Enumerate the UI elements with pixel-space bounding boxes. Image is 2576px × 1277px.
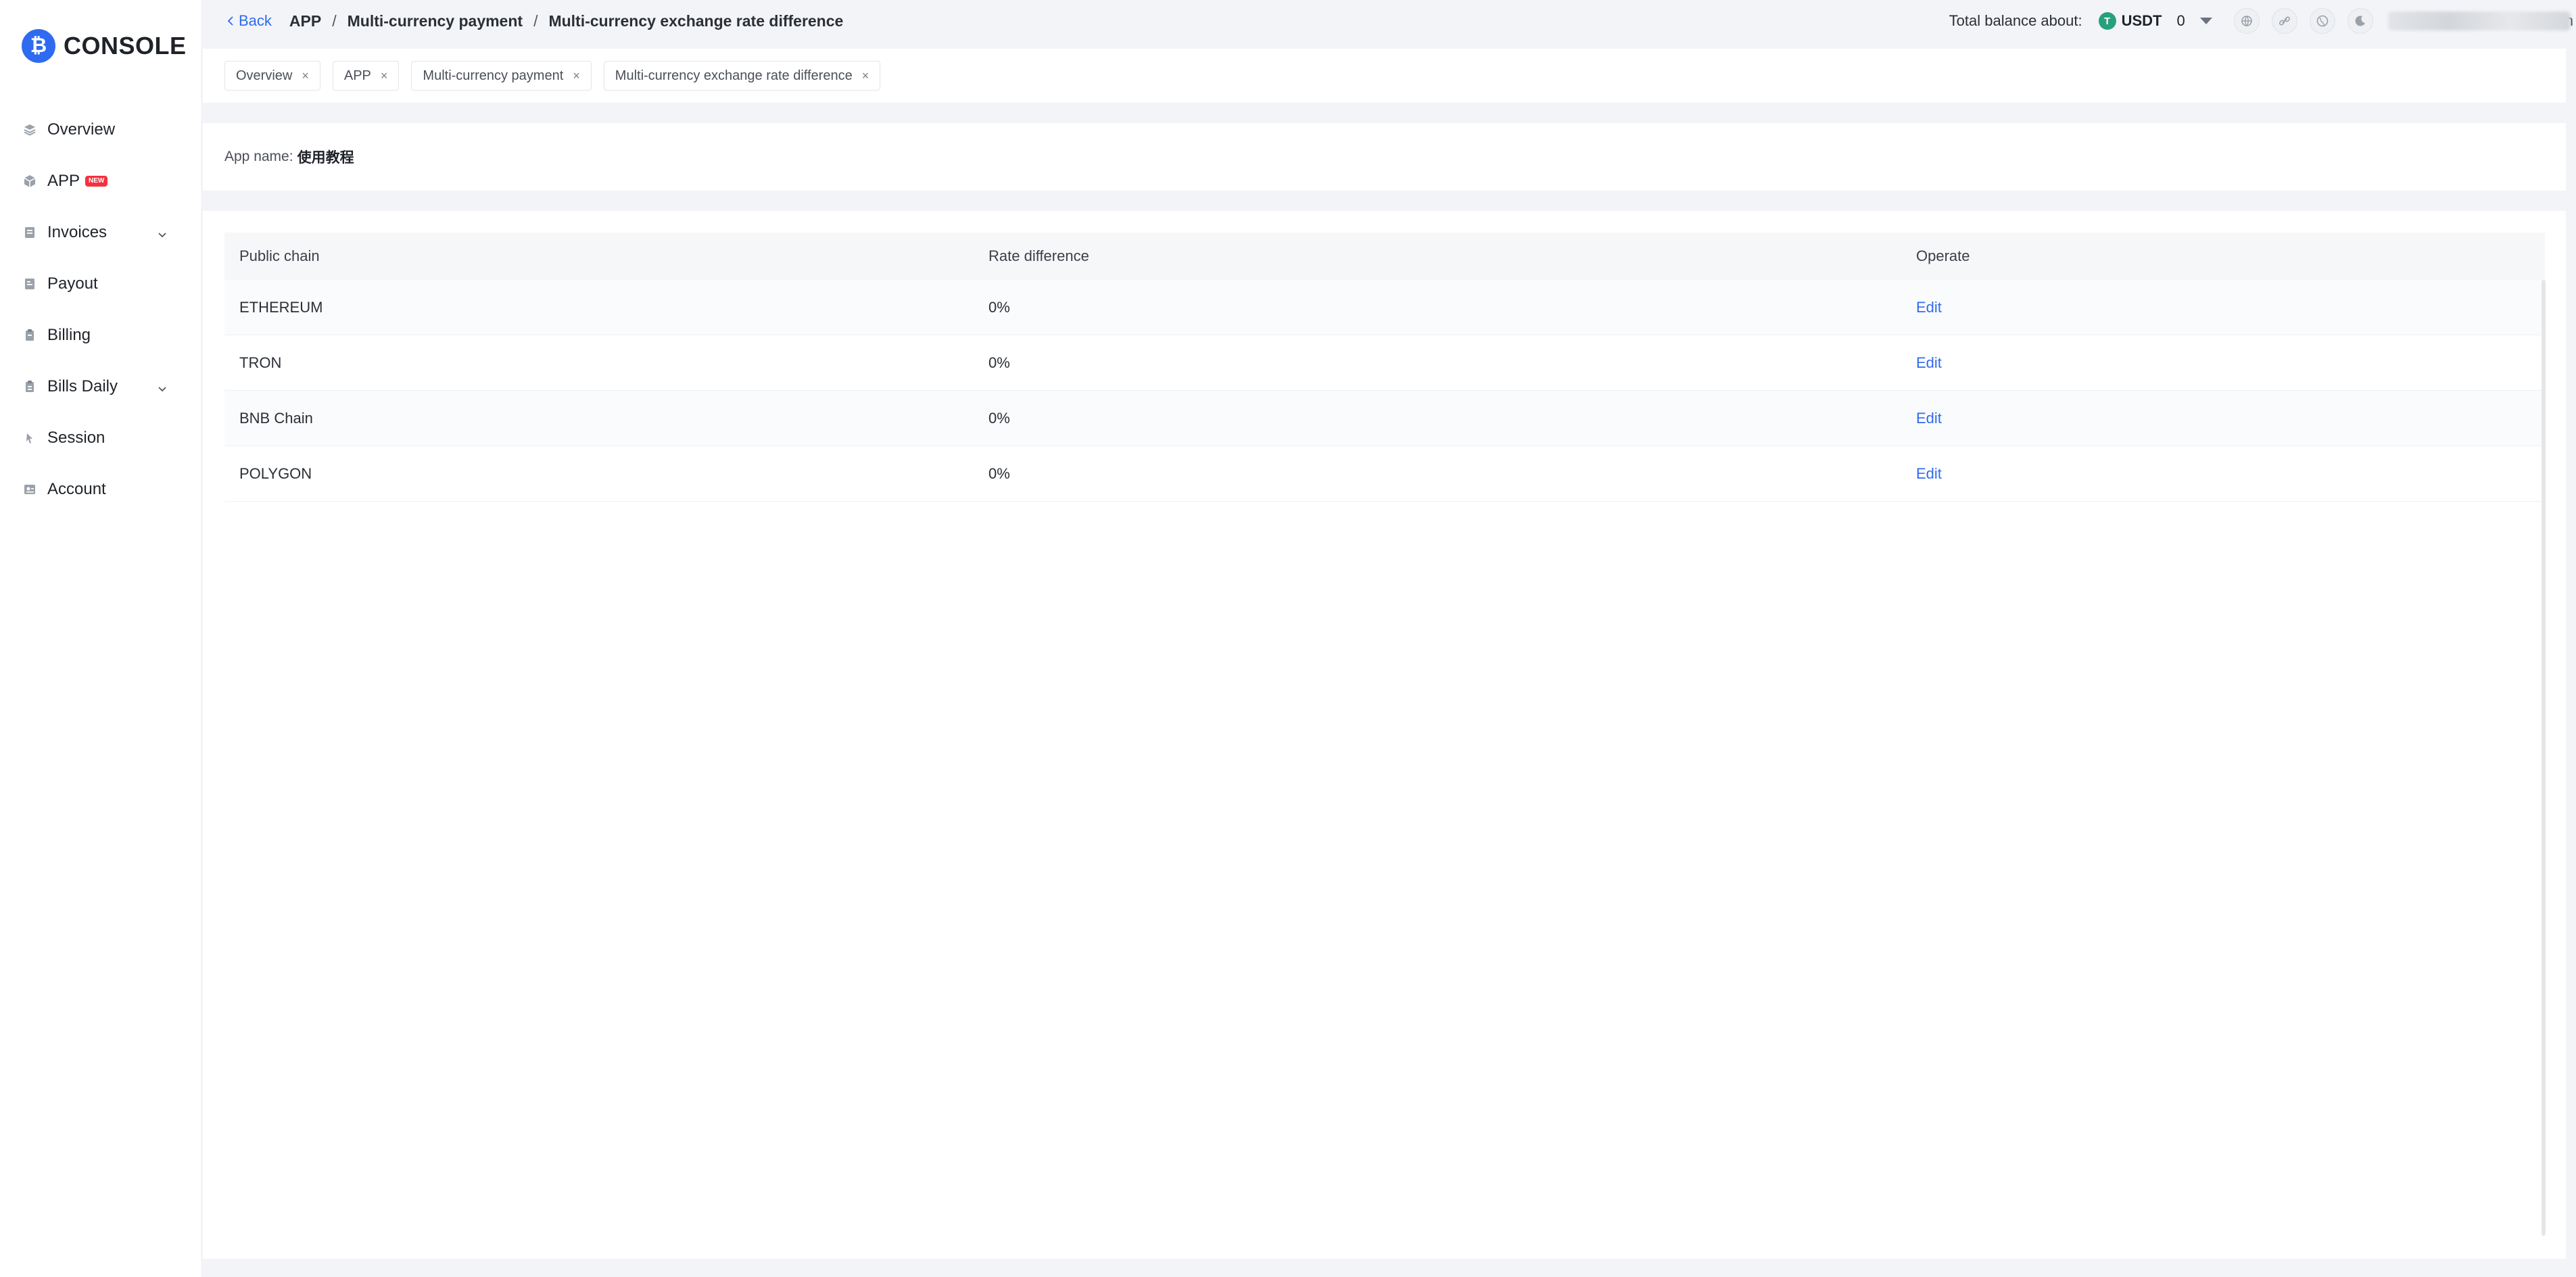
sidebar-item-label: Billing <box>47 326 91 344</box>
edit-link[interactable]: Edit <box>1916 299 1942 316</box>
sidebar-item-label: Bills Daily <box>47 377 118 395</box>
cell-rate: 0% <box>988 354 1010 371</box>
table-row: POLYGON 0% Edit <box>224 446 2545 502</box>
column-header-rate-difference: Rate difference <box>988 247 1089 264</box>
tab-label: APP <box>343 68 371 83</box>
tab-label: Multi-currency payment <box>423 68 564 83</box>
table-row: ETHEREUM 0% Edit <box>224 280 2545 335</box>
breadcrumb-separator: / <box>533 11 538 30</box>
sidebar-item-billing[interactable]: Billing <box>0 310 201 361</box>
sidebar-item-overview[interactable]: Overview <box>0 104 201 155</box>
breadcrumb-current: Multi-currency exchange rate difference <box>548 11 844 30</box>
back-button[interactable]: Back <box>225 12 272 30</box>
tab-label: Multi-currency exchange rate difference <box>615 68 853 83</box>
sidebar-item-label: Overview <box>47 120 116 139</box>
chevron-left-icon <box>227 16 233 26</box>
rate-difference-table: Public chain Rate difference Operate ETH… <box>224 233 2545 502</box>
app-name-value: 使用教程 <box>297 150 354 166</box>
table-body: ETHEREUM 0% Edit TRON 0% Edit BNB Chain … <box>224 280 2545 502</box>
cell-chain: BNB Chain <box>239 409 313 427</box>
logo[interactable]: ₿ CONSOLE <box>22 27 187 65</box>
invoice-icon <box>23 226 37 239</box>
sidebar-item-label: Session <box>47 429 105 447</box>
bitcoin-logo-icon: ₿ <box>22 29 55 63</box>
tab-label: Overview <box>236 68 293 83</box>
column-header-public-chain: Public chain <box>239 247 320 264</box>
tab-app[interactable]: APP × <box>332 61 400 91</box>
billing-icon <box>23 329 37 342</box>
edit-link[interactable]: Edit <box>1916 410 1942 427</box>
cell-chain: POLYGON <box>239 464 312 482</box>
tab-overview[interactable]: Overview × <box>224 61 320 91</box>
payout-icon <box>23 277 37 291</box>
breadcrumb: APP / Multi-currency payment / Multi-cur… <box>289 12 843 30</box>
dark-mode-moon-icon[interactable] <box>2347 8 2373 34</box>
rate-difference-table-card: Public chain Rate difference Operate ETH… <box>203 211 2566 1259</box>
account-icon <box>23 483 37 496</box>
table-row: TRON 0% Edit <box>224 335 2545 391</box>
layers-icon <box>23 123 37 137</box>
app-info-card: App name: 使用教程 <box>203 123 2566 191</box>
sidebar-item-invoices[interactable]: Invoices <box>0 207 201 258</box>
tab-multi-currency-payment[interactable]: Multi-currency payment × <box>411 61 592 91</box>
table-row: BNB Chain 0% Edit <box>224 391 2545 446</box>
breadcrumb-item[interactable]: Multi-currency payment <box>348 12 523 30</box>
close-icon[interactable]: × <box>381 69 388 83</box>
sidebar-item-label: Payout <box>47 274 98 293</box>
currency-selector[interactable]: T USDT 0 <box>2098 12 2185 30</box>
language-globe-icon[interactable] <box>2309 8 2335 34</box>
cell-rate: 0% <box>988 409 1010 427</box>
sidebar-item-payout[interactable]: Payout <box>0 258 201 310</box>
top-header: Back APP / Multi-currency payment / Mult… <box>201 0 2576 42</box>
back-label: Back <box>239 12 272 29</box>
currency-code: USDT <box>2121 12 2162 29</box>
chevron-down-icon[interactable] <box>156 226 168 239</box>
sidebar: ₿ CONSOLE Overview APP NEW Invoices Payo… <box>0 0 201 1277</box>
header-actions: Total balance about: T USDT 0 n <box>1949 0 2576 42</box>
bills-daily-icon <box>23 380 37 393</box>
cell-chain: ETHEREUM <box>239 298 323 316</box>
link-icon[interactable] <box>2271 8 2297 34</box>
tab-multi-currency-exchange-rate-difference[interactable]: Multi-currency exchange rate difference … <box>603 61 881 91</box>
sidebar-nav: Overview APP NEW Invoices Payout Billing… <box>0 104 201 515</box>
logo-text: CONSOLE <box>64 32 187 59</box>
sidebar-item-session[interactable]: Session <box>0 412 201 464</box>
session-icon <box>23 431 37 445</box>
close-icon[interactable]: × <box>573 69 580 83</box>
close-icon[interactable]: × <box>862 69 869 83</box>
vertical-scrollbar[interactable] <box>2542 280 2546 1236</box>
cell-chain: TRON <box>239 354 282 371</box>
cube-icon <box>23 174 37 188</box>
close-icon[interactable]: × <box>302 69 309 83</box>
edit-link[interactable]: Edit <box>1916 465 1942 482</box>
cell-rate: 0% <box>988 464 1010 482</box>
table-header: Public chain Rate difference Operate <box>224 233 2545 280</box>
sidebar-item-account[interactable]: Account <box>0 464 201 515</box>
breadcrumb-separator: / <box>332 11 337 30</box>
balance-label: Total balance about: <box>1949 12 2082 29</box>
usdt-icon: T <box>2098 12 2116 30</box>
sidebar-item-app[interactable]: APP NEW <box>0 155 201 207</box>
network-globe-icon[interactable] <box>2233 8 2260 34</box>
sidebar-item-label: Account <box>47 480 106 498</box>
tabs-bar: Overview × APP × Multi-currency payment … <box>203 49 2566 103</box>
chevron-down-icon[interactable] <box>156 381 168 393</box>
cell-rate: 0% <box>988 298 1010 316</box>
balance-value: 0 <box>2176 12 2185 29</box>
sidebar-item-bills-daily[interactable]: Bills Daily <box>0 361 201 412</box>
app-name-label: App name: <box>224 149 293 164</box>
breadcrumb-item[interactable]: APP <box>289 12 321 30</box>
edit-link[interactable]: Edit <box>1916 354 1942 371</box>
caret-down-icon[interactable] <box>2199 18 2212 24</box>
sidebar-item-label: Invoices <box>47 223 108 241</box>
sidebar-item-label: APP <box>47 172 80 190</box>
user-account-redacted[interactable] <box>2387 11 2571 30</box>
column-header-operate: Operate <box>1916 247 1970 264</box>
new-badge: NEW <box>85 176 108 187</box>
